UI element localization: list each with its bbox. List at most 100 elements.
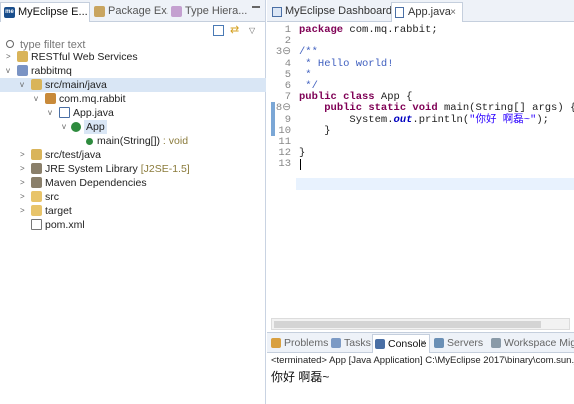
servers-icon [434, 338, 444, 348]
tree-label: pom.xml [45, 219, 85, 231]
close-icon[interactable]: × [420, 335, 426, 353]
code-line: * Hello world! [299, 57, 394, 70]
tree-item-maven-deps[interactable]: > Maven Dependencies [0, 176, 266, 190]
chevron-right-icon[interactable]: > [6, 53, 14, 61]
console-icon [375, 339, 385, 349]
console-status-line: <terminated> App [Java Application] C:\M… [271, 355, 574, 366]
chevron-right-icon[interactable]: > [20, 193, 28, 201]
tab-workspace-migration[interactable]: Workspace Migr [489, 334, 574, 353]
chevron-down-icon[interactable]: v [62, 123, 70, 131]
tab-myeclipse-dashboard[interactable]: MyEclipse Dashboard [269, 2, 392, 22]
chevron-right-icon[interactable]: > [20, 165, 28, 173]
tasks-icon [331, 338, 341, 348]
java-file-icon [59, 107, 70, 118]
code-token: App { [374, 91, 413, 104]
restful-icon [17, 51, 28, 62]
tree-label: target [45, 205, 72, 217]
source-folder-icon [31, 149, 42, 160]
tab-label: Package Ex... [108, 5, 168, 17]
search-icon [6, 40, 14, 48]
jre-version: [J2SE-1.5] [137, 163, 190, 175]
tree-item-target[interactable]: > target [0, 204, 266, 218]
chevron-down-icon[interactable]: v [48, 109, 56, 117]
source-folder-icon [31, 79, 42, 90]
line-number: 4 [284, 57, 291, 70]
code-line: System.out.println("你好 啊磊~"); [299, 113, 549, 126]
editor-tab-bar: MyEclipse Dashboard App.java × [267, 0, 574, 22]
code-comment: * Hello world! [299, 57, 394, 70]
tree-item-package[interactable]: v com.mq.rabbit [0, 92, 266, 106]
tree-item-rabbitmq[interactable]: v rabbitmq [0, 64, 266, 78]
method-icon [86, 138, 93, 145]
tab-console[interactable]: Console × [372, 334, 430, 353]
scrollbar-thumb[interactable] [274, 321, 542, 328]
chevron-right-icon[interactable]: > [20, 151, 28, 159]
tree-label: Maven Dependencies [45, 177, 147, 189]
tree-item-app-class[interactable]: v App [0, 120, 266, 134]
tab-myeclipse-explorer[interactable]: me MyEclipse E... [0, 2, 90, 22]
code-comment: * [299, 68, 312, 81]
view-menu-icon[interactable]: ▽ [249, 25, 260, 36]
tree-item-src[interactable]: > src [0, 190, 266, 204]
tree-label: src/test/java [45, 149, 102, 161]
code-line: } [299, 124, 331, 137]
tab-package-explorer[interactable]: Package Ex... [91, 2, 168, 22]
console-panel: Problems Tasks Console × Servers Workspa… [267, 332, 574, 404]
chevron-down-icon[interactable]: v [6, 67, 14, 75]
tab-problems[interactable]: Problems [269, 334, 328, 353]
console-output[interactable]: 你好 啊磊~ [271, 368, 329, 385]
tree-item-main-method[interactable]: main(String[]) : void [0, 134, 266, 148]
tree-item-pom[interactable]: pom.xml [0, 218, 266, 232]
code-line: package com.mq.rabbit; [299, 25, 438, 36]
code-token: .println( [412, 113, 470, 126]
tree-label: src/main/java [45, 79, 107, 91]
project-explorer-panel: me MyEclipse E... Package Ex... Type Hie… [0, 0, 266, 404]
folder-icon [31, 191, 42, 202]
tree-item-src-test-java[interactable]: > src/test/java [0, 148, 266, 162]
code-editor[interactable]: 1 package com.mq.rabbit; 2 3⊖/** 4 * Hello w… [267, 22, 574, 322]
code-token: main(String[] args) { [437, 102, 574, 115]
line-number: 13 [278, 158, 291, 171]
java-file-icon [395, 7, 404, 18]
type-hierarchy-icon [171, 6, 182, 17]
tree-label: rabbitmq [31, 65, 72, 77]
tree-item-app-java[interactable]: v App.java [0, 106, 266, 120]
code-token: ); [536, 113, 549, 126]
console-tab-bar: Problems Tasks Console × Servers Workspa… [267, 333, 574, 353]
tree-item-restful[interactable]: > RESTful Web Services [0, 50, 266, 64]
tab-servers[interactable]: Servers [432, 334, 487, 353]
tab-label: Workspace Migr [504, 337, 574, 349]
code-line: } [299, 148, 305, 159]
tree-label: src [45, 191, 59, 203]
code-token: com.mq.rabbit; [343, 24, 438, 36]
package-icon [45, 93, 56, 104]
chevron-down-icon[interactable]: v [20, 81, 28, 89]
problems-icon [271, 338, 281, 348]
minimize-icon[interactable] [252, 6, 260, 9]
editor-panel: MyEclipse Dashboard App.java × 1 package … [267, 0, 574, 332]
tree-item-src-main-java[interactable]: v src/main/java [0, 78, 266, 92]
code-token: } [299, 124, 331, 137]
workspace-migration-icon [491, 338, 501, 348]
line-number: 8⊖ [275, 102, 291, 115]
chevron-right-icon[interactable]: > [20, 207, 28, 215]
collapse-all-icon[interactable] [213, 25, 224, 36]
chevron-down-icon[interactable]: v [34, 95, 42, 103]
tab-label: Servers [447, 337, 484, 349]
folder-icon [31, 205, 42, 216]
code-token: System. [299, 113, 394, 126]
tab-tasks[interactable]: Tasks [329, 334, 371, 353]
tab-app-java[interactable]: App.java × [391, 2, 463, 22]
code-token: } [299, 147, 306, 160]
horizontal-scrollbar[interactable] [271, 318, 570, 330]
close-icon[interactable]: × [450, 3, 456, 22]
tab-type-hierarchy[interactable]: Type Hiera... [168, 2, 248, 22]
chevron-right-icon[interactable]: > [20, 179, 28, 187]
line-number: 9 [284, 113, 291, 126]
link-with-editor-icon[interactable]: ⇄ [230, 25, 241, 36]
myeclipse-explorer-icon: me [4, 7, 15, 18]
tree-item-jre[interactable]: > JRE System Library [J2SE-1.5] [0, 162, 266, 176]
text-cursor [300, 159, 301, 171]
code-field: out [393, 113, 413, 126]
